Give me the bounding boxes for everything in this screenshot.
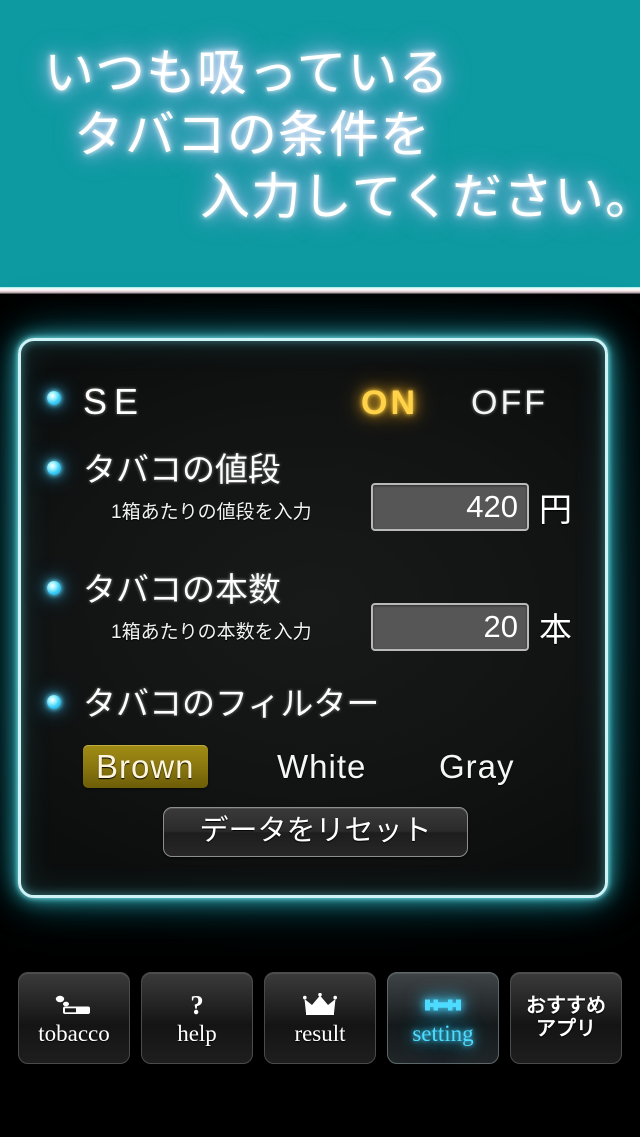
- bullet-icon-se: [47, 391, 61, 405]
- label-count: タバコの本数: [83, 571, 281, 608]
- label-filter: タバコのフィルター: [83, 685, 380, 722]
- filter-option-brown[interactable]: Brown: [83, 745, 208, 788]
- crown-icon: [303, 990, 337, 1020]
- price-input[interactable]: [371, 483, 529, 531]
- label-se: SE: [83, 381, 146, 422]
- tab-tobacco[interactable]: tobacco: [18, 972, 130, 1064]
- filter-option-gray[interactable]: Gray: [426, 745, 528, 788]
- tab-recommended-apps[interactable]: おすすめ アプリ: [510, 972, 622, 1064]
- se-toggle-on[interactable]: ON: [361, 386, 418, 420]
- header-instruction-text: いつも吸っている タバコの条件を 入力してください。: [0, 0, 640, 287]
- filter-option-white[interactable]: White: [264, 745, 379, 788]
- bullet-icon-count: [47, 581, 61, 595]
- se-toggle-off[interactable]: OFF: [471, 386, 548, 420]
- unit-count: 本: [539, 611, 572, 648]
- tab-label-recommended-line1: おすすめ: [526, 995, 606, 1017]
- row-filter: タバコのフィルター Brown White Gray: [21, 683, 605, 803]
- tab-label-setting: setting: [412, 1021, 474, 1046]
- sublabel-count: 1箱あたりの本数を入力: [111, 622, 312, 643]
- unit-price: 円: [539, 491, 572, 528]
- bullet-icon-filter: [47, 695, 61, 709]
- header-line-2: タバコの条件を: [74, 107, 431, 163]
- header-banner: いつも吸っている タバコの条件を 入力してください。: [0, 0, 640, 287]
- header-line-1: いつも吸っている: [44, 45, 450, 101]
- reset-data-button[interactable]: データをリセット: [163, 807, 468, 857]
- row-count: タバコの本数 1箱あたりの本数を入力 本: [21, 569, 605, 669]
- tab-label-result: result: [294, 1021, 346, 1046]
- tab-help[interactable]: ? help: [141, 972, 253, 1064]
- header-divider: [0, 287, 640, 294]
- question-mark-icon: ?: [185, 990, 209, 1020]
- sublabel-price: 1箱あたりの値段を入力: [111, 502, 312, 523]
- settings-panel: SE ON OFF タバコの値段 1箱あたりの値段を入力 円 タバコの本数 1箱…: [18, 338, 608, 898]
- header-line-3: 入力してください。: [200, 169, 640, 225]
- tab-result[interactable]: result: [264, 972, 376, 1064]
- tab-label-help: help: [177, 1021, 217, 1046]
- bottom-tab-bar: tobacco ? help result setting おすすめ アプリ: [0, 972, 640, 1068]
- cigarette-icon: [52, 990, 96, 1020]
- wrench-icon: [423, 990, 463, 1020]
- tab-label-tobacco: tobacco: [38, 1021, 110, 1046]
- tab-label-recommended-line2: アプリ: [536, 1018, 596, 1040]
- row-price: タバコの値段 1箱あたりの値段を入力 円: [21, 449, 605, 549]
- svg-text:?: ?: [190, 991, 204, 1019]
- bullet-icon-price: [47, 461, 61, 475]
- label-price: タバコの値段: [83, 451, 281, 488]
- count-input[interactable]: [371, 603, 529, 651]
- tab-setting[interactable]: setting: [387, 972, 499, 1064]
- row-se: SE ON OFF: [21, 373, 605, 425]
